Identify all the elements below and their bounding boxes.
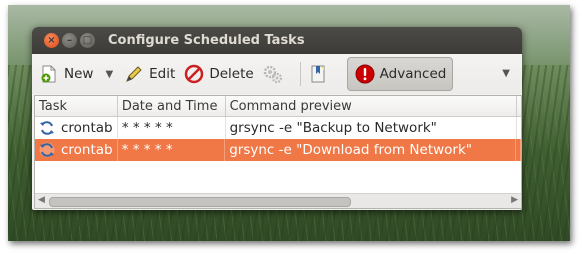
window-title: Configure Scheduled Tasks [108, 33, 305, 48]
extra-cell [516, 139, 522, 161]
date-time-cell: * * * * * [118, 117, 226, 139]
scrollbar-thumb[interactable] [49, 197, 351, 207]
new-button-label: New [64, 66, 94, 82]
desktop-screenshot-frame: × – □ Configure Scheduled Tasks New ▼ Ed… [8, 5, 570, 241]
task-name: crontab [61, 120, 113, 136]
toolbar: New ▼ Edit Delete Advanced ▼ [32, 54, 522, 94]
horizontal-scrollbar[interactable]: ◀ ▶ [35, 193, 521, 208]
table-row-selected[interactable]: crontab * * * * * grsync -e "Download fr… [35, 139, 522, 161]
edit-button-label: Edit [149, 66, 176, 82]
scheduled-tasks-window: × – □ Configure Scheduled Tasks New ▼ Ed… [32, 27, 522, 210]
edit-pencil-icon [123, 63, 145, 85]
advanced-button[interactable]: Advanced [346, 57, 454, 91]
task-cell: crontab [35, 139, 118, 161]
gears-button[interactable] [262, 63, 288, 85]
edit-button[interactable]: Edit [123, 63, 175, 85]
minimize-icon[interactable]: – [62, 33, 77, 48]
refresh-icon [39, 120, 55, 136]
scroll-left-arrow-icon[interactable]: ◀ [38, 195, 45, 205]
column-header-command-preview[interactable]: Command preview [226, 96, 517, 116]
toolbar-separator [299, 62, 301, 86]
warning-icon [354, 63, 376, 85]
date-time-cell: * * * * * [118, 139, 226, 161]
new-button[interactable]: New [38, 63, 93, 85]
task-cell: crontab [35, 117, 118, 139]
toolbar-overflow-chevron-icon[interactable]: ▼ [502, 68, 510, 79]
command-cell: grsync -e "Download from Network" [225, 139, 517, 161]
refresh-icon [39, 142, 55, 158]
close-icon[interactable]: × [44, 33, 59, 48]
delete-button[interactable]: Delete [183, 63, 254, 85]
template-button[interactable] [307, 63, 333, 85]
extra-cell [517, 117, 521, 139]
column-header-date-time[interactable]: Date and Time [118, 96, 226, 116]
new-document-icon [38, 63, 60, 85]
bookmark-icon [307, 63, 329, 85]
new-dropdown-chevron-icon[interactable]: ▼ [105, 69, 113, 80]
scroll-right-arrow-icon[interactable]: ▶ [511, 195, 518, 205]
column-header-extra [517, 96, 521, 116]
table-row[interactable]: crontab * * * * * grsync -e "Backup to N… [35, 117, 521, 139]
task-name: crontab [61, 142, 113, 158]
table-header: Task Date and Time Command preview [35, 96, 521, 117]
tasks-table: Task Date and Time Command preview cront… [34, 95, 522, 209]
maximize-icon[interactable]: □ [80, 33, 95, 48]
command-cell: grsync -e "Backup to Network" [226, 117, 517, 139]
advanced-button-label: Advanced [379, 66, 447, 82]
column-header-task[interactable]: Task [35, 96, 118, 116]
gears-icon [262, 63, 284, 85]
delete-stop-icon [183, 63, 205, 85]
title-bar: × – □ Configure Scheduled Tasks [32, 27, 522, 54]
delete-button-label: Delete [209, 66, 254, 82]
